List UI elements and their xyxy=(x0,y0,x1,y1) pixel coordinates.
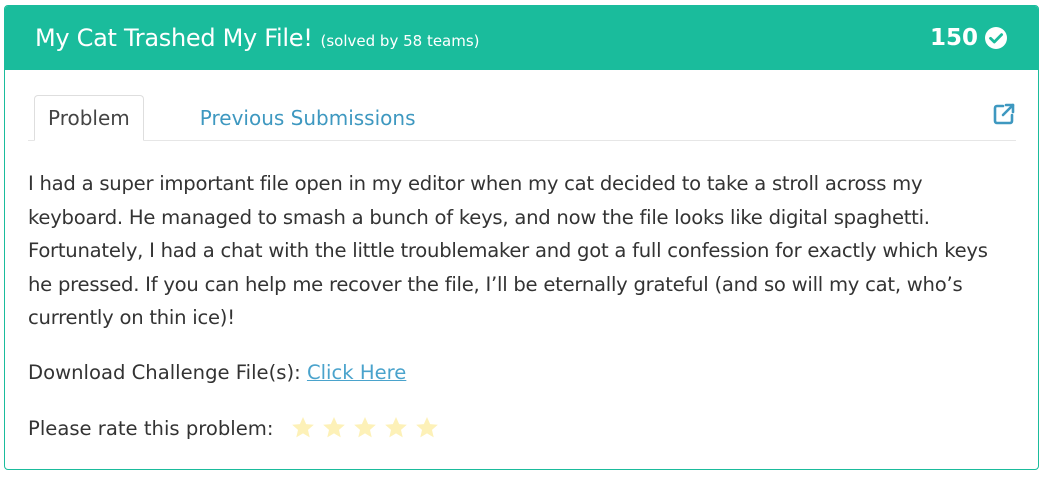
tab-problem[interactable]: Problem xyxy=(34,95,144,141)
tab-previous-submissions-label: Previous Submissions xyxy=(199,106,416,130)
check-circle-icon xyxy=(984,26,1008,50)
tab-bar: Problem Previous Submissions xyxy=(28,92,1016,141)
challenge-points: 150 xyxy=(929,25,978,51)
external-link-icon[interactable] xyxy=(992,102,1016,126)
tab-problem-label: Problem xyxy=(48,106,130,130)
star-icon[interactable] xyxy=(352,415,378,441)
star-icon[interactable] xyxy=(290,415,316,441)
problem-description: I had a super important file open in my … xyxy=(28,172,988,329)
solved-count: (solved by 58 teams) xyxy=(320,32,480,50)
challenge-title: My Cat Trashed My File! xyxy=(35,24,313,52)
rating-stars xyxy=(290,415,445,441)
challenge-body: Problem Previous Submissions I had a sup… xyxy=(5,92,1038,445)
rating-label: Please rate this problem: xyxy=(28,416,274,440)
star-icon[interactable] xyxy=(414,415,440,441)
challenge-card: My Cat Trashed My File! (solved by 58 te… xyxy=(4,5,1039,470)
challenge-header: My Cat Trashed My File! (solved by 58 te… xyxy=(5,6,1038,70)
download-label: Download Challenge File(s): xyxy=(28,360,301,384)
title-wrap: My Cat Trashed My File! (solved by 58 te… xyxy=(35,24,480,52)
points-wrap: 150 xyxy=(930,25,1008,51)
rating-line: Please rate this problem: xyxy=(28,412,1016,445)
star-icon[interactable] xyxy=(383,415,409,441)
download-line: Download Challenge File(s): Click Here xyxy=(28,356,1016,389)
tab-previous-submissions[interactable]: Previous Submissions xyxy=(186,95,430,141)
star-icon[interactable] xyxy=(321,415,347,441)
download-link[interactable]: Click Here xyxy=(307,361,406,384)
